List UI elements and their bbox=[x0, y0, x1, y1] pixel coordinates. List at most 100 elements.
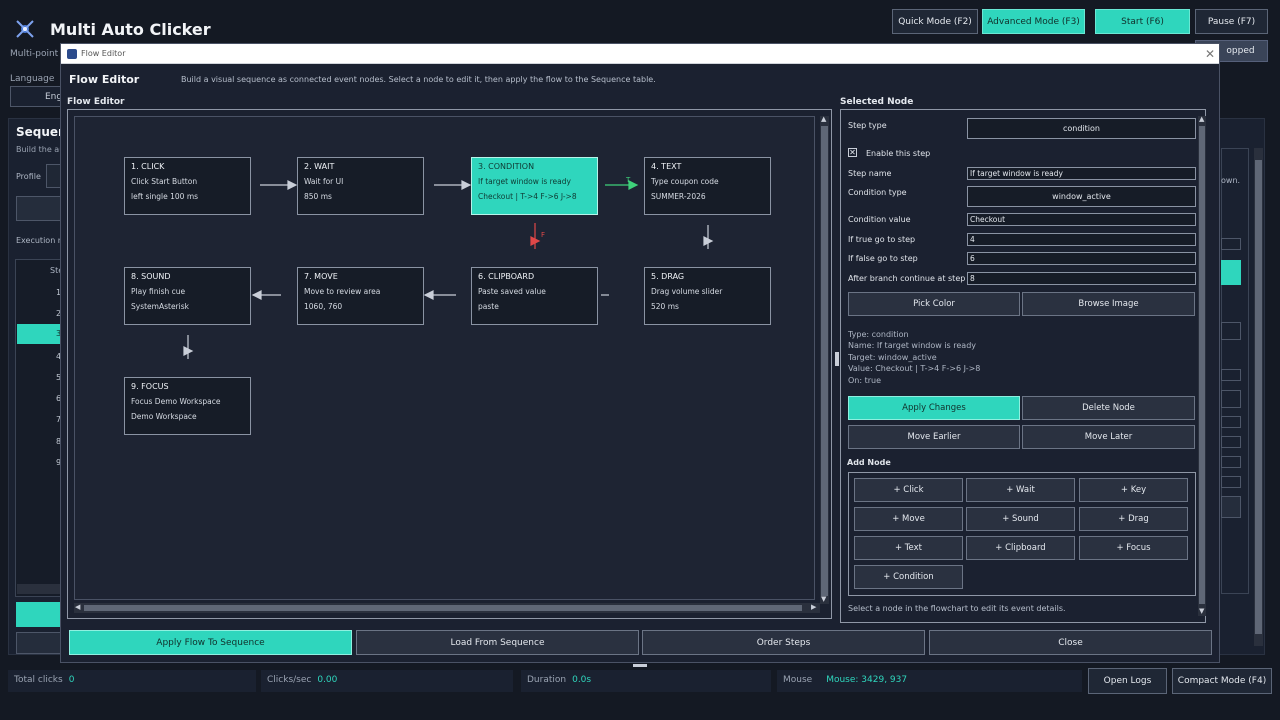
app-logo-icon bbox=[14, 18, 36, 40]
advanced-mode-button[interactable]: Advanced Mode (F3) bbox=[982, 9, 1085, 34]
sequence-table[interactable]: Ste 1 2 3 4 5 6 7 8 9 bbox=[15, 259, 63, 597]
dialog-titlebar[interactable]: Flow Editor ✕ bbox=[61, 44, 1219, 64]
add-text-button[interactable]: + Text bbox=[854, 536, 963, 560]
canvas-vscroll[interactable]: ▲ ▼ bbox=[820, 115, 829, 604]
add-condition-button[interactable]: + Condition bbox=[854, 565, 963, 589]
right-bg-button[interactable] bbox=[1221, 496, 1241, 518]
open-logs-button[interactable]: Open Logs bbox=[1088, 668, 1167, 694]
right-bg-field[interactable] bbox=[1221, 476, 1241, 488]
dialog-resize-handle[interactable] bbox=[633, 664, 647, 667]
table-row-selected[interactable] bbox=[17, 324, 61, 344]
right-bg-field[interactable] bbox=[1221, 456, 1241, 468]
splitter-handle[interactable] bbox=[835, 352, 839, 366]
condition-type-select[interactable]: window_active bbox=[967, 186, 1196, 207]
move-earlier-button[interactable]: Move Earlier bbox=[848, 425, 1020, 449]
add-focus-button[interactable]: + Focus bbox=[1079, 536, 1188, 560]
add-drag-button[interactable]: + Drag bbox=[1079, 507, 1188, 531]
scroll-down-icon[interactable]: ▼ bbox=[821, 595, 826, 603]
add-clipboard-button[interactable]: + Clipboard bbox=[966, 536, 1075, 560]
if-true-input[interactable]: 4 bbox=[967, 233, 1196, 246]
step-type-label: Step type bbox=[848, 121, 887, 130]
table-hscroll[interactable] bbox=[17, 584, 61, 594]
flow-node-move[interactable]: 7. MOVE Move to review area 1060, 760 bbox=[297, 267, 424, 325]
flow-node-text[interactable]: 4. TEXT Type coupon code SUMMER-2026 bbox=[644, 157, 771, 215]
flow-editor-dialog: Flow Editor ✕ Flow Editor Build a visual… bbox=[60, 43, 1220, 663]
move-later-button[interactable]: Move Later bbox=[1022, 425, 1195, 449]
add-click-button[interactable]: + Click bbox=[854, 478, 963, 502]
flow-node-wait[interactable]: 2. WAIT Wait for UI 850 ms bbox=[297, 157, 424, 215]
right-bg-field[interactable] bbox=[1221, 416, 1241, 428]
bg-accent-button[interactable] bbox=[16, 602, 62, 627]
flow-node-condition[interactable]: 3. CONDITION If target window is ready C… bbox=[471, 157, 598, 215]
pause-button[interactable]: Pause (F7) bbox=[1195, 9, 1268, 34]
app-vscroll[interactable] bbox=[1254, 148, 1263, 646]
canvas-hscroll[interactable]: ◀ ▶ bbox=[74, 603, 820, 613]
load-from-sequence-button[interactable]: Load From Sequence bbox=[356, 630, 639, 655]
after-branch-input[interactable]: 8 bbox=[967, 272, 1196, 285]
total-clicks-stat: Total clicks 0 bbox=[8, 670, 256, 692]
right-bg-field[interactable] bbox=[1221, 238, 1241, 250]
dialog-description: Build a visual sequence as connected eve… bbox=[181, 75, 656, 84]
flow-node-drag[interactable]: 5. DRAG Drag volume slider 520 ms bbox=[644, 267, 771, 325]
window-title: Flow Editor bbox=[81, 49, 126, 58]
flow-node-click[interactable]: 1. CLICK Click Start Button left single … bbox=[124, 157, 251, 215]
hint-fragment: own. bbox=[1221, 176, 1241, 185]
right-bg-field[interactable] bbox=[1221, 390, 1241, 408]
step-name-input[interactable]: If target window is ready bbox=[967, 167, 1196, 180]
apply-flow-button[interactable]: Apply Flow To Sequence bbox=[69, 630, 352, 655]
flow-node-sound[interactable]: 8. SOUND Play finish cue SystemAsterisk bbox=[124, 267, 251, 325]
quick-mode-button[interactable]: Quick Mode (F2) bbox=[892, 9, 978, 34]
app-title: Multi Auto Clicker bbox=[50, 20, 211, 39]
apply-changes-button[interactable]: Apply Changes bbox=[848, 396, 1020, 420]
order-steps-button[interactable]: Order Steps bbox=[642, 630, 925, 655]
profile-button[interactable] bbox=[16, 196, 62, 221]
scroll-up-icon[interactable]: ▲ bbox=[1199, 115, 1204, 123]
node-hint-text: Select a node in the flowchart to edit i… bbox=[848, 604, 1066, 613]
start-button[interactable]: Start (F6) bbox=[1095, 9, 1190, 34]
mouse-stat: Mouse Mouse: 3429, 937 bbox=[777, 670, 1082, 692]
enable-checkbox[interactable]: ✕ bbox=[848, 148, 857, 157]
scroll-down-icon[interactable]: ▼ bbox=[1199, 607, 1204, 615]
if-false-input[interactable]: 6 bbox=[967, 252, 1196, 265]
selected-panel-vscroll-thumb[interactable] bbox=[1199, 126, 1205, 604]
condition-value-input[interactable]: Checkout bbox=[967, 213, 1196, 226]
add-move-button[interactable]: + Move bbox=[854, 507, 963, 531]
add-sound-button[interactable]: + Sound bbox=[966, 507, 1075, 531]
duration-stat: Duration 0.0s bbox=[521, 670, 771, 692]
add-key-button[interactable]: + Key bbox=[1079, 478, 1188, 502]
node-info-text: Type: condition Name: If target window i… bbox=[848, 330, 981, 385]
bg-secondary-button[interactable] bbox=[16, 632, 62, 654]
flow-canvas-frame: T F 1. CLICK Click Start Button left sin… bbox=[67, 109, 832, 619]
profile-label: Profile bbox=[16, 172, 41, 181]
selected-node-section-label: Selected Node bbox=[840, 97, 914, 107]
right-bg-field[interactable] bbox=[1221, 369, 1241, 381]
canvas-vscroll-thumb[interactable] bbox=[821, 126, 828, 596]
add-wait-button[interactable]: + Wait bbox=[966, 478, 1075, 502]
flow-canvas[interactable]: T F 1. CLICK Click Start Button left sin… bbox=[74, 116, 815, 600]
pick-color-button[interactable]: Pick Color bbox=[848, 292, 1020, 316]
close-icon[interactable]: ✕ bbox=[1205, 47, 1215, 61]
language-label: Language bbox=[10, 74, 55, 84]
canvas-hscroll-thumb[interactable] bbox=[84, 605, 802, 611]
compact-mode-button[interactable]: Compact Mode (F4) bbox=[1172, 668, 1272, 694]
flow-node-clipboard[interactable]: 6. CLIPBOARD Paste saved value paste bbox=[471, 267, 598, 325]
scroll-up-icon[interactable]: ▲ bbox=[821, 115, 826, 123]
dialog-heading: Flow Editor bbox=[69, 73, 140, 86]
step-type-select[interactable]: condition bbox=[967, 118, 1196, 139]
step-name-label: Step name bbox=[848, 169, 892, 178]
right-bg-accent-button[interactable] bbox=[1221, 260, 1241, 285]
right-bg-field[interactable] bbox=[1221, 436, 1241, 448]
flow-node-focus[interactable]: 9. FOCUS Focus Demo Workspace Demo Works… bbox=[124, 377, 251, 435]
clicks-sec-stat: Clicks/sec 0.00 bbox=[261, 670, 513, 692]
scroll-right-icon[interactable]: ▶ bbox=[811, 603, 816, 611]
if-true-label: If true go to step bbox=[848, 235, 916, 244]
execution-mode-label: Execution m bbox=[16, 236, 66, 245]
browse-image-button[interactable]: Browse Image bbox=[1022, 292, 1195, 316]
close-button[interactable]: Close bbox=[929, 630, 1212, 655]
delete-node-button[interactable]: Delete Node bbox=[1022, 396, 1195, 420]
right-bg-field[interactable] bbox=[1221, 322, 1241, 340]
true-branch-label: T bbox=[626, 176, 631, 184]
condition-value-label: Condition value bbox=[848, 215, 911, 224]
scroll-left-icon[interactable]: ◀ bbox=[75, 603, 80, 611]
selected-panel-vscroll[interactable]: ▲ ▼ bbox=[1198, 115, 1206, 616]
